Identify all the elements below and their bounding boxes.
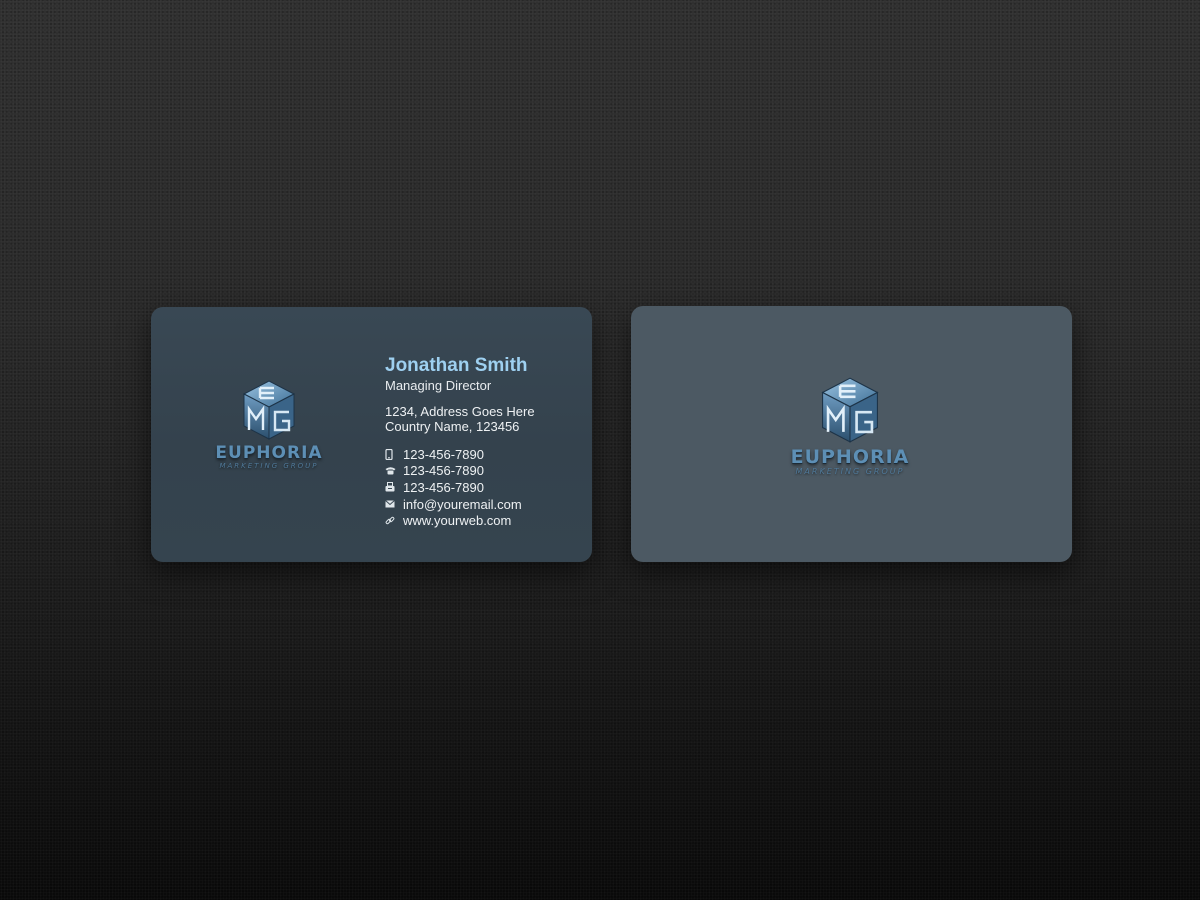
logo-company-subtitle: MARKETING GROUP [795,467,905,476]
contact-telephone-text: 123-456-7890 [403,463,484,479]
contact-fax-text: 123-456-7890 [403,479,484,495]
company-logo-large: EUPHORIA MARKETING GROUP [782,376,918,486]
address: 1234, Address Goes Here Country Name, 12… [385,404,535,434]
contact-website-text: www.yourweb.com [403,513,512,529]
mobile-phone-icon [385,448,403,460]
telephone-icon [385,466,403,475]
email-icon [385,500,403,508]
logo-company-name: EUPHORIA [215,443,323,463]
address-line-2: Country Name, 123456 [385,419,520,434]
contact-email-text: info@youremail.com [403,496,522,512]
logo-company-name: EUPHORIA [790,446,910,468]
business-card-back: EUPHORIA MARKETING GROUP [631,306,1072,562]
fax-icon [385,482,403,492]
contact-website: www.yourweb.com [385,512,535,529]
person-name: Jonathan Smith [385,355,528,376]
link-icon [385,516,403,526]
emg-monogram-icon [821,377,879,443]
contact-mobile-text: 123-456-7890 [403,446,484,462]
contact-fax: 123-456-7890 [385,479,535,496]
contact-list: 123-456-7890 123-456-7890 123-456-7890 i… [385,446,535,529]
contact-email: info@youremail.com [385,496,535,513]
emg-monogram-icon [242,380,296,440]
contact-info-block: Jonathan Smith Managing Director 1234, A… [385,354,535,529]
address-line-1: 1234, Address Goes Here [385,404,535,419]
logo-company-subtitle: MARKETING GROUP [219,462,319,470]
business-card-front: EUPHORIA MARKETING GROUP Jonathan Smith … [151,307,592,562]
person-title: Managing Director [385,378,492,393]
company-logo: EUPHORIA MARKETING GROUP [209,379,329,479]
contact-telephone: 123-456-7890 [385,463,535,480]
contact-mobile: 123-456-7890 [385,446,535,463]
